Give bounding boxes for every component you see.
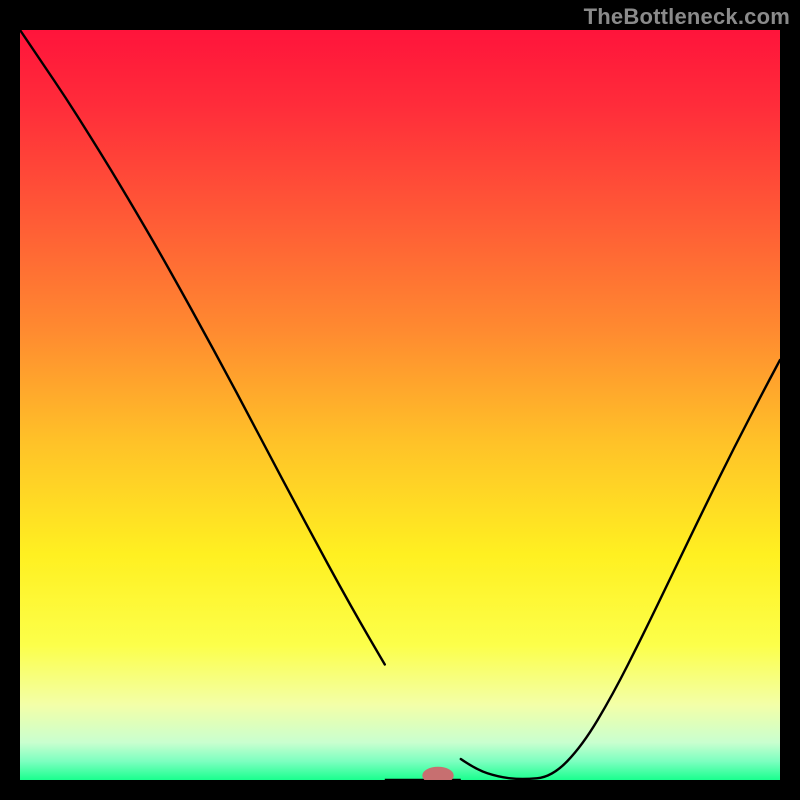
gradient-background [20,30,780,780]
chart-svg [20,30,780,780]
chart-frame: TheBottleneck.com [0,0,800,800]
optimum-marker [423,767,453,780]
watermark-text: TheBottleneck.com [584,4,790,30]
plot-area [20,30,780,780]
